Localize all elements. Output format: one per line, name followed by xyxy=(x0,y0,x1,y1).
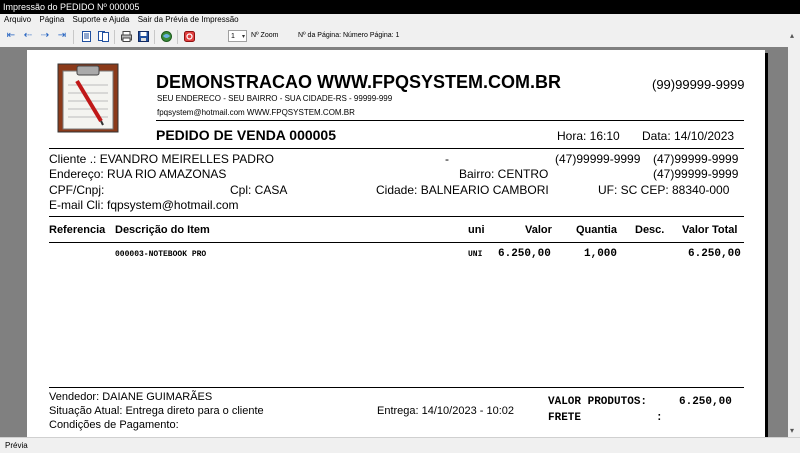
single-page-icon[interactable] xyxy=(80,30,92,42)
footer-entrega: Entrega: 14/10/2023 - 10:02 xyxy=(377,405,514,417)
company-phone: (99)99999-9999 xyxy=(652,77,745,92)
zoom-label: Nº Zoom xyxy=(251,32,279,39)
col-valor: Valor xyxy=(525,224,552,236)
scroll-down-icon[interactable]: ▾ xyxy=(790,426,794,435)
client-bairro: Bairro: CENTRO xyxy=(459,167,549,181)
valor-produtos-label: VALOR PRODUTOS: xyxy=(548,396,648,408)
order-hour: Hora: 16:10 xyxy=(557,129,620,143)
preview-canvas[interactable]: DEMONSTRACAO WWW.FPQSYSTEM.COM.BR (99)99… xyxy=(0,47,788,437)
last-page-icon[interactable]: ⇥ xyxy=(56,30,68,42)
row-uni: UNI xyxy=(468,250,483,259)
client-name: Cliente .: EVANDRO MEIRELLES PADRO xyxy=(49,152,274,166)
client-phone-2: (47)99999-9999 xyxy=(653,152,739,166)
row-quantia: 1,000 xyxy=(584,248,618,260)
client-address: Endereço: RUA RIO AMAZONAS xyxy=(49,167,227,181)
client-phone-1: (47)99999-9999 xyxy=(555,152,641,166)
menu-suporte[interactable]: Suporte e Ajuda xyxy=(73,14,130,26)
frete-label: FRETE xyxy=(548,412,582,424)
col-referencia: Referencia xyxy=(49,224,106,236)
status-bar: Prévia xyxy=(0,437,800,452)
first-page-icon[interactable]: ⇤ xyxy=(5,30,17,42)
vertical-scrollbar[interactable]: ▴ ▾ xyxy=(788,27,800,437)
company-address: SEU ENDERECO - SEU BAIRRO - SUA CIDADE-R… xyxy=(157,94,393,103)
zoom-select[interactable]: 1 ▾ xyxy=(228,30,247,42)
footer-vendedor: Vendedor: DAIANE GUIMARÃES xyxy=(49,391,213,403)
next-page-icon[interactable]: ⇢ xyxy=(39,30,51,42)
company-name: DEMONSTRACAO WWW.FPQSYSTEM.COM.BR xyxy=(156,72,561,92)
toolbar: ⇤ ⇠ ⇢ ⇥ 1 ▾ Nº Zoom Nº da Página: Número … xyxy=(0,27,800,47)
prev-page-icon[interactable]: ⇠ xyxy=(22,30,34,42)
menu-arquivo[interactable]: Arquivo xyxy=(4,14,31,26)
row-valor-total: 6.250,00 xyxy=(688,248,741,260)
client-complemento: Cpl: CASA xyxy=(230,183,288,197)
col-quantia: Quantia xyxy=(576,224,617,236)
client-dash: - xyxy=(445,152,449,166)
print-icon[interactable] xyxy=(120,30,132,42)
col-desconto: Desc. xyxy=(635,224,665,236)
col-descricao: Descrição do Item xyxy=(115,224,210,236)
col-uni: uni xyxy=(468,224,485,236)
clipboard-logo-icon xyxy=(57,63,119,133)
page-number-label: Nº da Página: Número Página: 1 xyxy=(298,32,400,39)
client-cpf: CPF/Cnpj: xyxy=(49,183,105,197)
col-valor-total: Valor Total xyxy=(682,224,738,236)
window-title: Impressão do PEDIDO Nº 000005 xyxy=(0,0,800,14)
footer-condicoes: Condições de Pagamento: xyxy=(49,419,179,431)
footer-situacao: Situação Atual: Entrega direto para o cl… xyxy=(49,405,264,417)
save-icon[interactable] xyxy=(137,30,149,42)
valor-produtos-value: 6.250,00 xyxy=(679,396,732,408)
company-contact: fpqsystem@hotmail.com WWW.FPQSYSTEM.COM.… xyxy=(157,108,355,117)
close-icon[interactable] xyxy=(183,30,195,42)
row-descricao: 000003-NOTEBOOK PRO xyxy=(115,250,207,259)
report-page: DEMONSTRACAO WWW.FPQSYSTEM.COM.BR (99)99… xyxy=(27,50,765,437)
scroll-up-icon[interactable]: ▴ xyxy=(790,31,794,40)
menu-bar: Arquivo Página Suporte e Ajuda Sair da P… xyxy=(0,14,800,26)
client-phone-3: (47)99999-9999 xyxy=(653,167,739,181)
client-uf-cep: UF: SC CEP: 88340-000 xyxy=(598,183,730,197)
client-email: E-mail Cli: fqpsystem@hotmail.com xyxy=(49,198,239,212)
frete-colon: : xyxy=(656,412,663,424)
order-date: Data: 14/10/2023 xyxy=(642,129,735,143)
export-icon[interactable] xyxy=(160,30,172,42)
two-pages-icon[interactable] xyxy=(97,30,109,42)
row-valor: 6.250,00 xyxy=(498,248,551,260)
client-cidade: Cidade: BALNEARIO CAMBORI xyxy=(376,183,549,197)
order-title: PEDIDO DE VENDA 000005 xyxy=(156,127,336,143)
menu-sair[interactable]: Sair da Prévia de Impressão xyxy=(138,14,239,26)
menu-pagina[interactable]: Página xyxy=(39,14,64,26)
